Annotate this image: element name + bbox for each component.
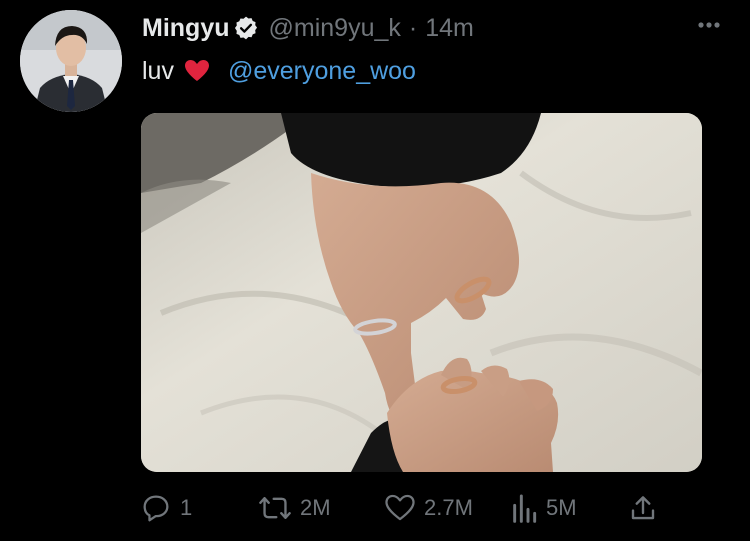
author-handle[interactable]: @min9yu_k [269, 14, 401, 43]
author-display-name[interactable]: Mingyu [142, 14, 230, 43]
avatar-image [20, 10, 122, 112]
photo-hands-with-rings [141, 113, 702, 472]
retweet-count: 2M [300, 495, 331, 520]
retweet-button[interactable]: 2M [258, 488, 331, 528]
author-avatar[interactable] [20, 10, 122, 112]
meta-separator: · [408, 13, 418, 42]
tweet-text: luv @everyone_woo [142, 54, 416, 88]
heart-outline-icon [384, 493, 416, 523]
views-button[interactable]: 5M [510, 488, 577, 528]
more-dots-icon[interactable] [696, 12, 722, 38]
share-upload-icon [628, 492, 658, 524]
tweet-header: Mingyu @min9yu_k · 14m [142, 10, 474, 46]
retweet-icon [258, 492, 292, 524]
tweet-media-photo[interactable] [141, 113, 702, 472]
reply-button[interactable]: 1 [140, 488, 192, 528]
like-count: 2.7M [424, 495, 473, 520]
reply-icon [140, 492, 172, 524]
share-button[interactable] [628, 488, 658, 528]
red-heart-emoji-icon [184, 59, 210, 83]
reply-count: 1 [180, 495, 193, 520]
tweet-timestamp[interactable]: 14m [425, 14, 474, 43]
mention-link[interactable]: @everyone_woo [228, 57, 416, 86]
views-count: 5M [546, 495, 577, 520]
views-bar-chart-icon [510, 492, 538, 524]
tweet-action-bar: 1 2M 2.7M 5M [140, 488, 700, 528]
like-button[interactable]: 2.7M [384, 488, 473, 528]
tweet-body-text: luv [142, 56, 174, 85]
verified-badge-icon [233, 15, 259, 41]
